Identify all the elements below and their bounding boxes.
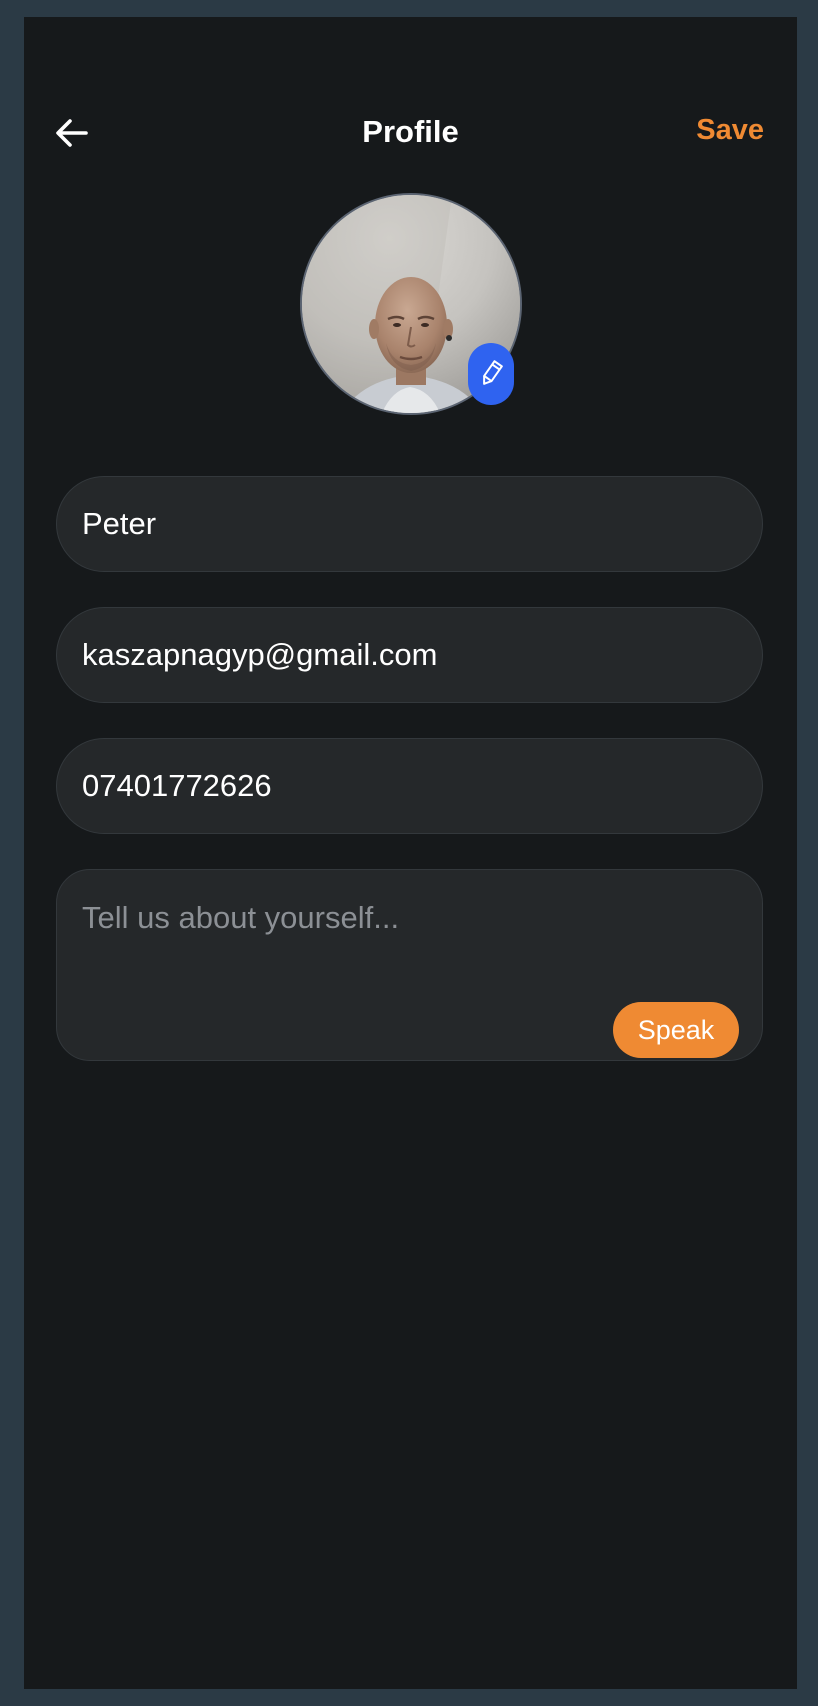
email-input[interactable] [82,608,722,702]
bio-field: Speak [56,869,763,1061]
save-button[interactable]: Save [696,114,764,147]
edit-avatar-button[interactable] [468,343,514,405]
phone-input[interactable] [82,739,722,833]
name-input[interactable] [82,477,722,571]
phone-field [56,738,763,834]
bio-textarea[interactable] [82,900,722,1010]
arrow-left-icon [56,119,88,147]
back-button[interactable] [54,115,90,151]
email-field [56,607,763,703]
pencil-icon [483,360,503,385]
name-field [56,476,763,572]
page-title: Profile [362,114,459,149]
header: Profile Save [24,102,797,162]
speak-button[interactable]: Speak [613,1002,739,1058]
app-frame: Profile Save Peter kaszapnagyp@gmail.com… [24,17,797,1689]
